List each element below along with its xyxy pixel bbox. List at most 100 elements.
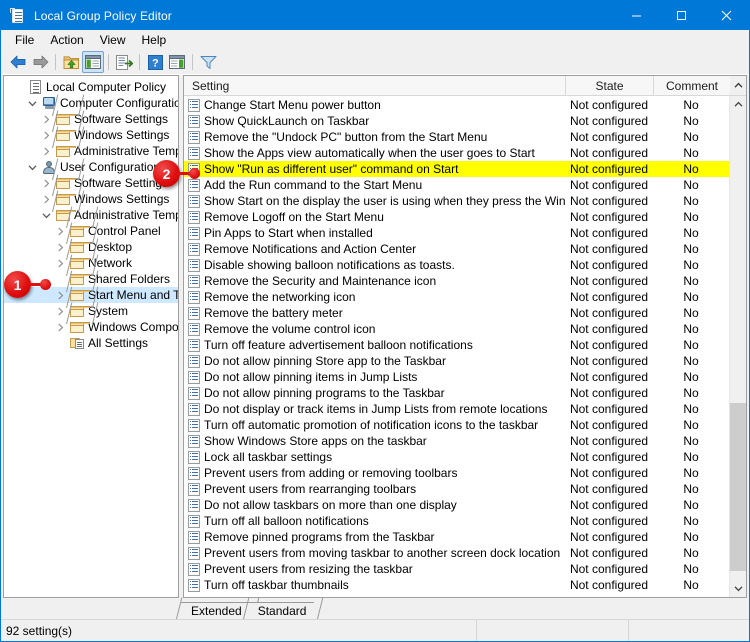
window-controls xyxy=(614,1,749,30)
menu-action[interactable]: Action xyxy=(42,31,91,49)
settings-row[interactable]: Remove pinned programs from the Taskbar N… xyxy=(184,529,729,545)
toolbar: ? xyxy=(1,50,749,75)
maximize-button[interactable] xyxy=(659,1,704,30)
settings-row[interactable]: Disable showing balloon notifications as… xyxy=(184,257,729,273)
tree-item-windows-settings[interactable]: Windows Settings xyxy=(4,127,178,143)
settings-row[interactable]: Turn off feature advertisement balloon n… xyxy=(184,337,729,353)
settings-row[interactable]: Remove the networking icon Not configured… xyxy=(184,289,729,305)
chevron-down-icon[interactable] xyxy=(24,159,40,175)
list-vertical-scrollbar[interactable] xyxy=(729,96,746,597)
show-hide-action-pane-icon[interactable] xyxy=(166,51,188,73)
policy-setting-icon xyxy=(184,130,204,144)
tree-item-network[interactable]: Network xyxy=(4,255,178,271)
setting-comment: No xyxy=(683,322,699,336)
tree-item-administrative-templates[interactable]: Administrative Templates xyxy=(4,143,178,159)
filter-icon[interactable] xyxy=(197,51,219,73)
folder-icon xyxy=(70,225,90,237)
setting-comment: No xyxy=(683,226,699,240)
view-tabs-row: Extended Standard xyxy=(1,598,749,619)
settings-row[interactable]: Prevent users from rearranging toolbars N… xyxy=(184,481,729,497)
settings-row[interactable]: Add the Run command to the Start Menu Not… xyxy=(184,177,729,193)
up-folder-icon[interactable] xyxy=(60,51,82,73)
settings-row[interactable]: Remove Notifications and Action Center No… xyxy=(184,241,729,257)
settings-row[interactable]: Show Windows Store apps on the taskbar No… xyxy=(184,433,729,449)
tree-item-label: All Settings xyxy=(88,336,149,350)
tree-item-system[interactable]: System xyxy=(4,303,178,319)
tree-item-user-configuration[interactable]: User Configuration xyxy=(4,159,178,175)
tree-item-all-settings[interactable]: All Settings xyxy=(4,335,178,351)
tree-item-administrative-templates[interactable]: Administrative Templates xyxy=(4,207,178,223)
settings-row[interactable]: Remove the Security and Maintenance icon… xyxy=(184,273,729,289)
settings-row[interactable]: Do not allow pinning Store app to the Ta… xyxy=(184,353,729,369)
show-hide-console-tree-icon[interactable] xyxy=(82,51,104,73)
close-button[interactable] xyxy=(704,1,749,30)
view-tab-standard[interactable]: Standard xyxy=(247,602,315,619)
tree-item-local-computer-policy[interactable]: Local Computer Policy xyxy=(4,79,178,95)
forward-arrow-icon[interactable] xyxy=(29,51,51,73)
settings-row[interactable]: Do not allow taskbars on more than one d… xyxy=(184,497,729,513)
setting-state: Not configured xyxy=(569,338,649,352)
settings-row[interactable]: Show "Run as different user" command on … xyxy=(184,161,729,177)
policy-setting-icon xyxy=(184,306,204,320)
settings-row[interactable]: Remove the "Undock PC" button from the S… xyxy=(184,129,729,145)
scrollbar-track[interactable] xyxy=(730,113,746,580)
tree-item-control-panel[interactable]: Control Panel xyxy=(4,223,178,239)
settings-row[interactable]: Do not allow pinning items in Jump Lists… xyxy=(184,369,729,385)
toolbar-separator xyxy=(192,54,193,70)
settings-row[interactable]: Turn off automatic promotion of notifica… xyxy=(184,417,729,433)
settings-row[interactable]: Prevent users from resizing the taskbar N… xyxy=(184,561,729,577)
tree-item-software-settings[interactable]: Software Settings xyxy=(4,175,178,191)
chevron-down-icon[interactable] xyxy=(24,95,40,111)
view-tab-extended[interactable]: Extended xyxy=(181,602,250,619)
scroll-up-arrow-icon[interactable] xyxy=(730,76,746,95)
back-arrow-icon[interactable] xyxy=(7,51,29,73)
tree-item-windows-settings[interactable]: Windows Settings xyxy=(4,191,178,207)
tree-item-start-menu-and-taskbar[interactable]: Start Menu and Taskbar xyxy=(4,287,178,303)
scrollbar-down-button[interactable] xyxy=(730,580,746,597)
settings-row[interactable]: Remove the volume control icon Not config… xyxy=(184,321,729,337)
setting-comment: No xyxy=(683,578,699,592)
status-cell-2 xyxy=(477,620,629,641)
settings-row[interactable]: Lock all taskbar settings Not configured N… xyxy=(184,449,729,465)
settings-row[interactable]: Turn off all balloon notifications Not co… xyxy=(184,513,729,529)
setting-state: Not configured xyxy=(569,306,649,320)
setting-state: Not configured xyxy=(569,546,649,560)
setting-state: Not configured xyxy=(569,498,649,512)
settings-rows: Change Start Menu power button Not config… xyxy=(184,96,729,597)
tree-item-computer-configuration[interactable]: Computer Configuration xyxy=(4,95,178,111)
settings-row[interactable]: Change Start Menu power button Not config… xyxy=(184,97,729,113)
tree-item-desktop[interactable]: Desktop xyxy=(4,239,178,255)
column-header-setting[interactable]: Setting xyxy=(184,76,566,95)
help-icon[interactable]: ? xyxy=(144,51,166,73)
tree-item-windows-components[interactable]: Windows Components xyxy=(4,319,178,335)
settings-row[interactable]: Prevent users from moving taskbar to ano… xyxy=(184,545,729,561)
settings-row[interactable]: Do not display or track items in Jump Li… xyxy=(184,401,729,417)
settings-row[interactable]: Show Start on the display the user is us… xyxy=(184,193,729,209)
setting-comment: No xyxy=(683,370,699,384)
export-list-icon[interactable] xyxy=(113,51,135,73)
settings-row[interactable]: Pin Apps to Start when installed Not conf… xyxy=(184,225,729,241)
setting-state: Not configured xyxy=(569,290,649,304)
menu-file[interactable]: File xyxy=(7,31,42,49)
scrollbar-thumb[interactable] xyxy=(730,402,746,571)
tree-item-shared-folders[interactable]: Shared Folders xyxy=(4,271,178,287)
setting-name: Disable showing balloon notifications as… xyxy=(204,258,455,272)
settings-row[interactable]: Turn off taskbar thumbnails Not configure… xyxy=(184,577,729,593)
column-header-comment[interactable]: Comment xyxy=(654,76,730,95)
settings-row[interactable]: Show QuickLaunch on Taskbar Not configure… xyxy=(184,113,729,129)
settings-row[interactable]: Remove Logoff on the Start Menu Not confi… xyxy=(184,209,729,225)
tree-item-software-settings[interactable]: Software Settings xyxy=(4,111,178,127)
column-header-state[interactable]: State xyxy=(566,76,654,95)
settings-row[interactable]: Remove the battery meter Not configured No xyxy=(184,305,729,321)
minimize-button[interactable] xyxy=(614,1,659,30)
settings-row[interactable]: Prevent users from adding or removing to… xyxy=(184,465,729,481)
folder-icon xyxy=(56,193,76,205)
setting-state: Not configured xyxy=(569,402,649,416)
scrollbar-up-button[interactable] xyxy=(730,96,746,113)
settings-row[interactable]: Show the Apps view automatically when th… xyxy=(184,145,729,161)
menu-help[interactable]: Help xyxy=(134,31,175,49)
menu-view[interactable]: View xyxy=(92,31,134,49)
folder-icon xyxy=(70,273,90,285)
settings-row[interactable]: Do not allow pinning programs to the Tas… xyxy=(184,385,729,401)
setting-state: Not configured xyxy=(569,258,649,272)
